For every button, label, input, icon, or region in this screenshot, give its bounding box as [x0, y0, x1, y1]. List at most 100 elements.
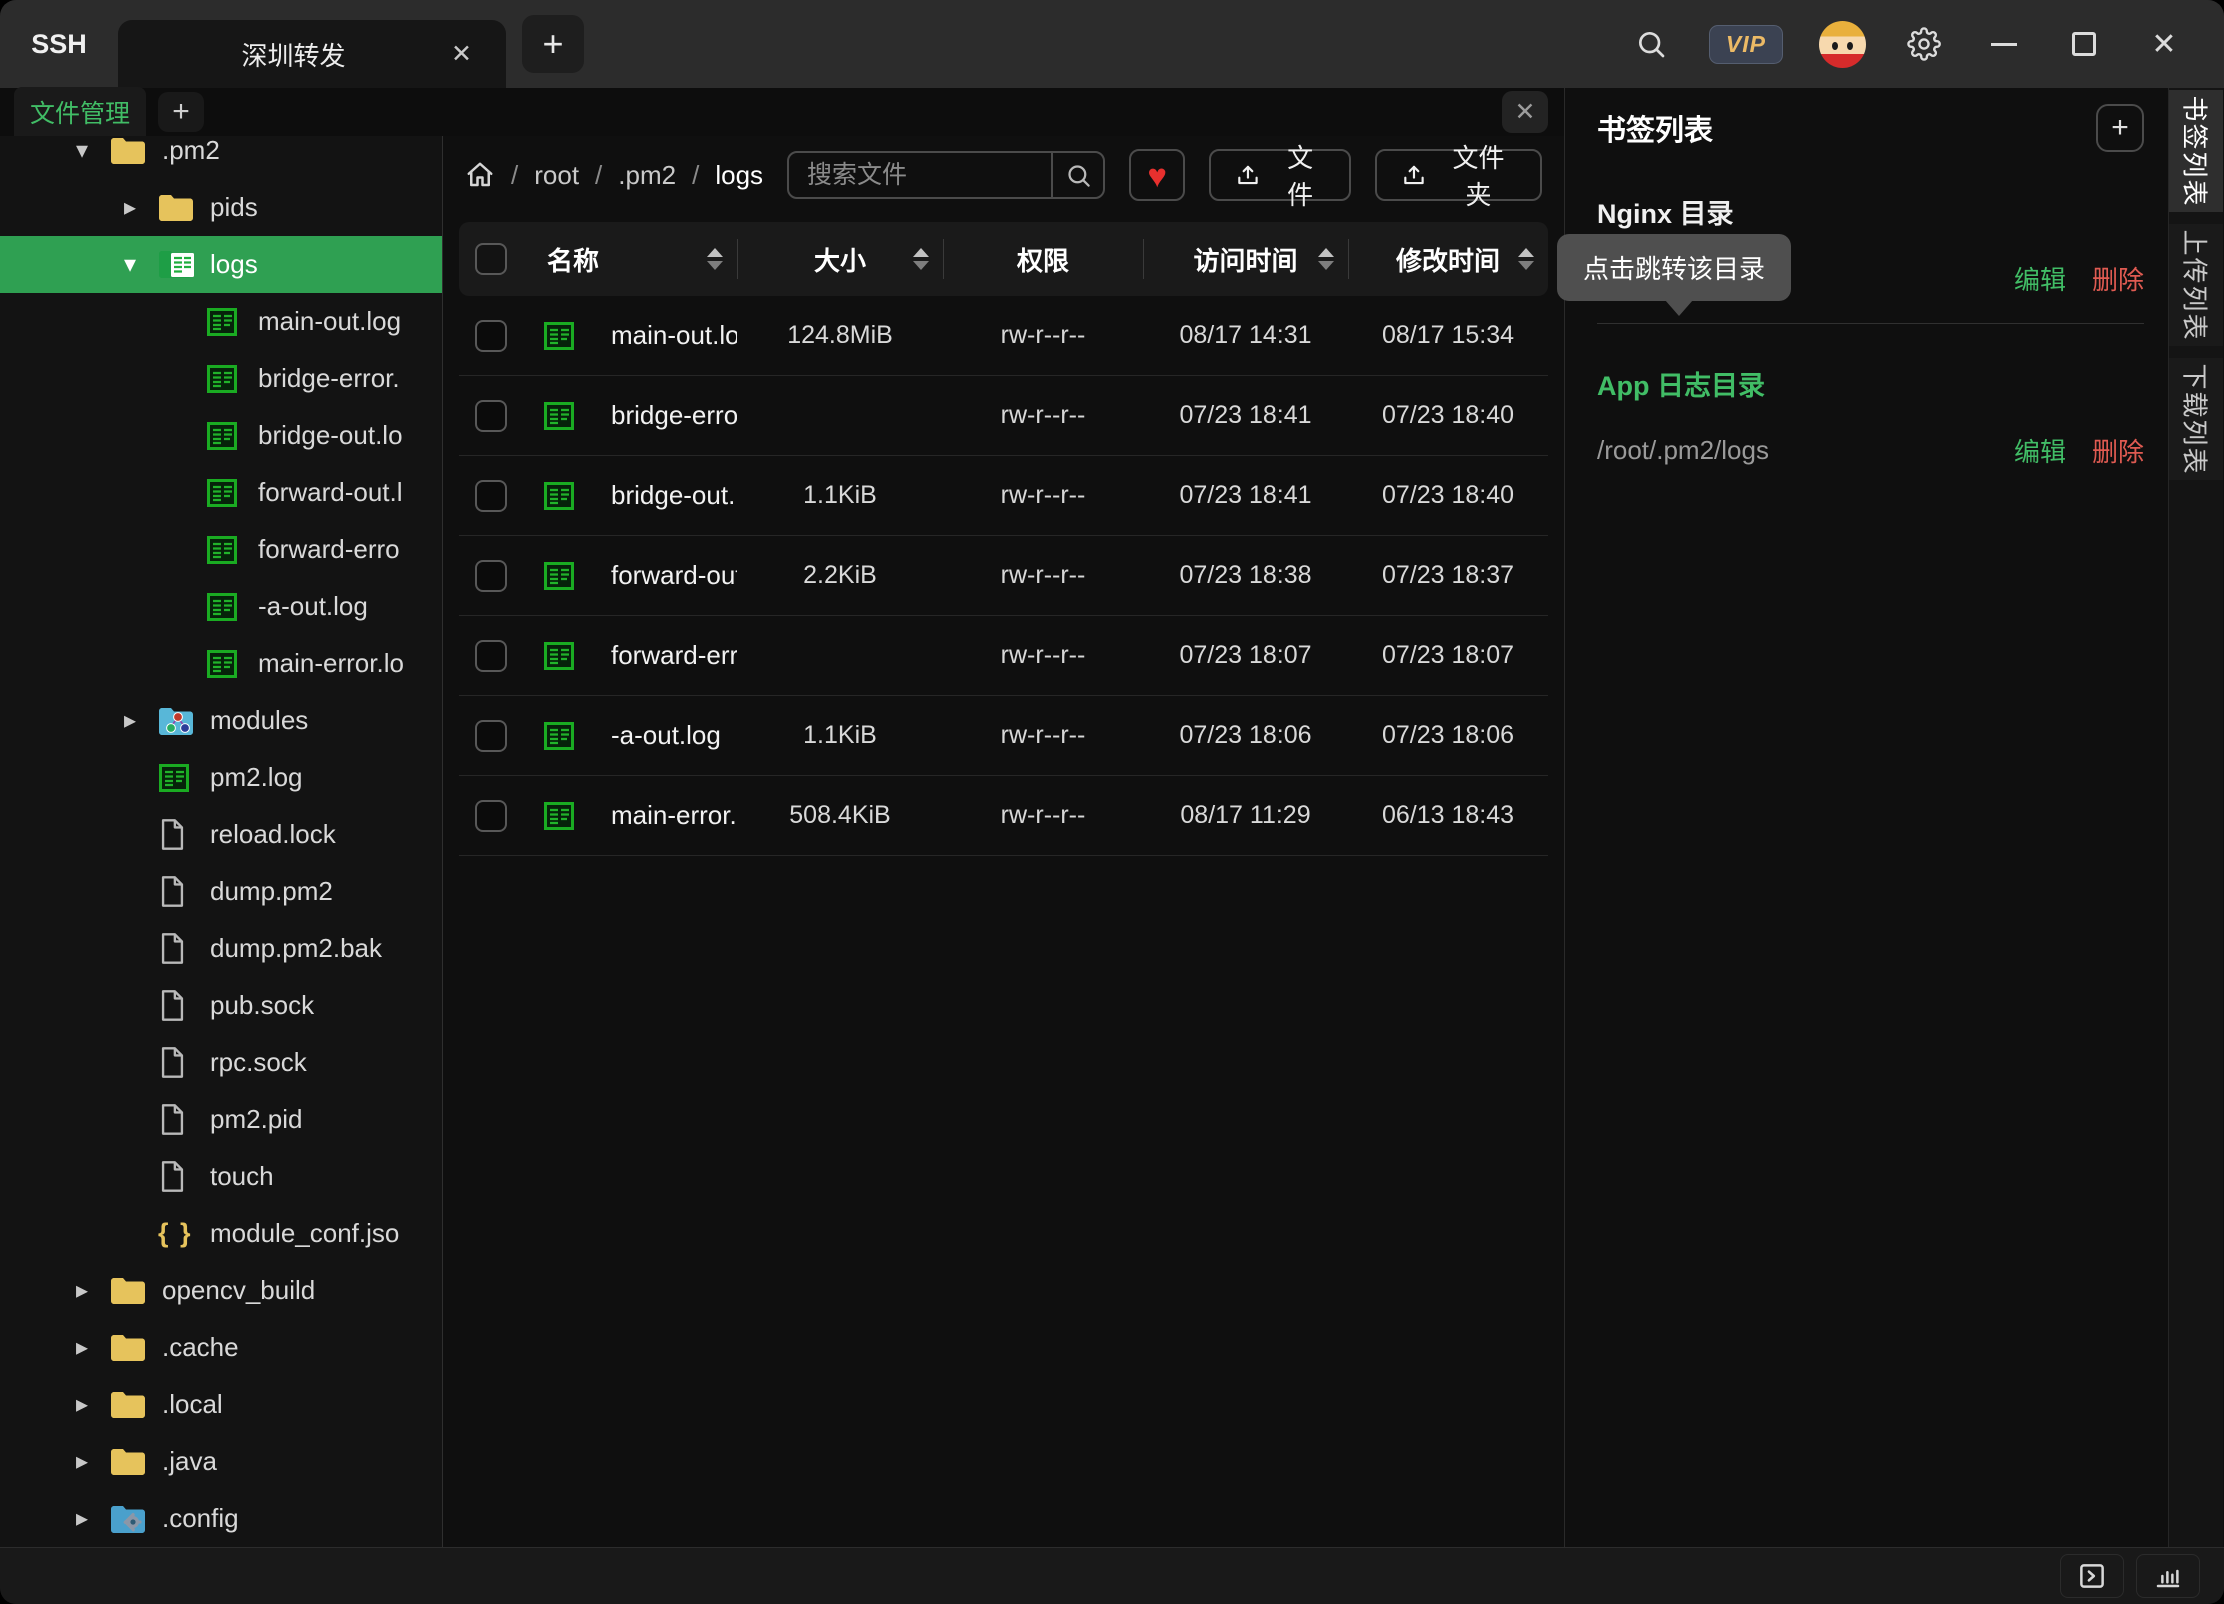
table-row[interactable]: bridge-out. 1.1KiB rw-r--r-- 07/23 18:41… [459, 456, 1548, 536]
add-subtab-button[interactable]: + [158, 92, 204, 132]
tree-item[interactable]: { } module_conf.jso [0, 1205, 442, 1262]
row-checkbox[interactable] [475, 800, 507, 832]
breadcrumb-segment[interactable]: root [534, 160, 579, 191]
upload-folder-button[interactable]: 文件夹 [1375, 149, 1542, 201]
row-checkbox[interactable] [475, 560, 507, 592]
bookmark-delete-link[interactable]: 删除 [2092, 260, 2144, 297]
table-row[interactable]: main-error.l 508.4KiB rw-r--r-- 08/17 11… [459, 776, 1548, 856]
row-checkbox[interactable] [475, 400, 507, 432]
table-row[interactable]: bridge-erro rw-r--r-- 07/23 18:41 07/23 … [459, 376, 1548, 456]
bookmark-name[interactable]: App 日志目录 [1597, 364, 2168, 403]
add-bookmark-button[interactable]: + [2096, 104, 2144, 152]
caret-icon[interactable]: ▾ [124, 250, 158, 279]
window-close-button[interactable]: ✕ [2142, 22, 2186, 66]
tree-item[interactable]: pm2.pid [0, 1091, 442, 1148]
table-row[interactable]: forward-err rw-r--r-- 07/23 18:07 07/23 … [459, 616, 1548, 696]
tree-item-label: reload.lock [210, 819, 336, 850]
search-button[interactable] [1629, 22, 1673, 66]
file-table: 名称 大小 权限 访问时间 修改时间 main-out.lo 124.8MiB … [459, 222, 1548, 1547]
column-header[interactable]: 访问时间 [1143, 237, 1348, 281]
tree-item[interactable]: rpc.sock [0, 1034, 442, 1091]
column-header[interactable]: 名称 [523, 237, 737, 281]
tree-item[interactable]: pub.sock [0, 977, 442, 1034]
caret-icon[interactable]: ▸ [76, 1390, 110, 1419]
table-row[interactable]: forward-out 2.2KiB rw-r--r-- 07/23 18:38… [459, 536, 1548, 616]
bottom-bar [0, 1547, 2224, 1604]
settings-button[interactable] [1902, 22, 1946, 66]
caret-icon[interactable]: ▾ [76, 136, 110, 165]
tree-item[interactable]: bridge-out.lo [0, 407, 442, 464]
sort-icon[interactable] [1318, 248, 1334, 270]
side-tab-inactive[interactable]: 上传列表 [2169, 224, 2223, 346]
vip-badge[interactable]: VIP [1709, 25, 1783, 64]
bookmark-edit-link[interactable]: 编辑 [2014, 260, 2066, 297]
caret-icon[interactable]: ▸ [76, 1276, 110, 1305]
caret-icon[interactable]: ▸ [76, 1504, 110, 1533]
search-input[interactable] [789, 161, 1051, 190]
tree-item[interactable]: main-error.lo [0, 635, 442, 692]
window-maximize-button[interactable] [2062, 22, 2106, 66]
tree-item[interactable]: ▸ .local [0, 1376, 442, 1433]
bookmark-edit-link[interactable]: 编辑 [2014, 432, 2066, 469]
tab-file-manager[interactable]: 文件管理 [14, 87, 146, 137]
tree-item[interactable]: forward-out.l [0, 464, 442, 521]
file-tree-sidebar: ▾ .pm2 ▸ pids ▾ logs main-out.log bridge… [0, 136, 443, 1547]
tree-item[interactable]: dump.pm2 [0, 863, 442, 920]
monitor-toggle-button[interactable] [2136, 1554, 2200, 1598]
tree-item[interactable]: ▸ .cache [0, 1319, 442, 1376]
titlebar-actions: VIP ✕ [1629, 21, 2186, 68]
tree-item[interactable]: dump.pm2.bak [0, 920, 442, 977]
side-tab-active[interactable]: 书签列表 [2169, 90, 2223, 212]
new-tab-button[interactable]: + [522, 15, 584, 73]
panel-close-button[interactable]: ✕ [1502, 91, 1548, 133]
row-checkbox[interactable] [475, 640, 507, 672]
tree-item[interactable]: touch [0, 1148, 442, 1205]
row-checkbox[interactable] [475, 480, 507, 512]
breadcrumb-segment[interactable]: .pm2 [618, 160, 676, 191]
row-checkbox[interactable] [475, 320, 507, 352]
column-header[interactable]: 大小 [737, 237, 943, 281]
tree-item[interactable]: ▾ logs [0, 236, 442, 293]
select-all-checkbox[interactable] [475, 243, 507, 275]
side-tab-inactive[interactable]: 下载列表 [2169, 358, 2223, 480]
terminal-toggle-button[interactable] [2060, 1554, 2124, 1598]
caret-icon[interactable]: ▸ [124, 706, 158, 735]
json-icon: { } [158, 1218, 196, 1249]
tree-item[interactable]: forward-erro [0, 521, 442, 578]
log-icon [206, 477, 244, 509]
tab-close-icon[interactable]: ✕ [443, 37, 480, 71]
search-submit-button[interactable] [1051, 153, 1103, 197]
bookmark-name[interactable]: Nginx 目录 [1597, 192, 2168, 231]
session-tab[interactable]: 深圳转发 ✕ [118, 20, 506, 88]
bookmark-delete-link[interactable]: 删除 [2092, 432, 2144, 469]
tree-item[interactable]: -a-out.log [0, 578, 442, 635]
home-icon[interactable] [465, 160, 495, 190]
tree-item[interactable]: main-out.log [0, 293, 442, 350]
tree-item[interactable]: ▸ modules [0, 692, 442, 749]
sort-icon[interactable] [1518, 248, 1534, 270]
caret-icon[interactable]: ▸ [76, 1333, 110, 1362]
column-header[interactable]: 修改时间 [1348, 237, 1548, 281]
caret-icon[interactable]: ▸ [124, 193, 158, 222]
tree-item[interactable]: ▸ opencv_build [0, 1262, 442, 1319]
window-minimize-button[interactable] [1982, 22, 2026, 66]
tree-item[interactable]: pm2.log [0, 749, 442, 806]
tree-item[interactable]: ▸ .config [0, 1490, 442, 1547]
tree-item[interactable]: reload.lock [0, 806, 442, 863]
row-checkbox[interactable] [475, 720, 507, 752]
sort-icon[interactable] [913, 248, 929, 270]
tree-item[interactable]: bridge-error. [0, 350, 442, 407]
column-header[interactable]: 权限 [943, 237, 1143, 281]
log-icon [206, 420, 244, 452]
tree-item[interactable]: ▸ .java [0, 1433, 442, 1490]
caret-icon[interactable]: ▸ [76, 1447, 110, 1476]
tree-item[interactable]: ▸ pids [0, 179, 442, 236]
sort-icon[interactable] [707, 248, 723, 270]
favorite-button[interactable]: ♥ [1129, 149, 1185, 201]
table-row[interactable]: main-out.lo 124.8MiB rw-r--r-- 08/17 14:… [459, 296, 1548, 376]
tree-item[interactable]: ▾ .pm2 [0, 136, 442, 179]
upload-file-button[interactable]: 文件 [1209, 149, 1351, 201]
breadcrumb-segment[interactable]: logs [715, 160, 763, 191]
user-avatar[interactable] [1819, 21, 1866, 68]
table-row[interactable]: -a-out.log 1.1KiB rw-r--r-- 07/23 18:06 … [459, 696, 1548, 776]
